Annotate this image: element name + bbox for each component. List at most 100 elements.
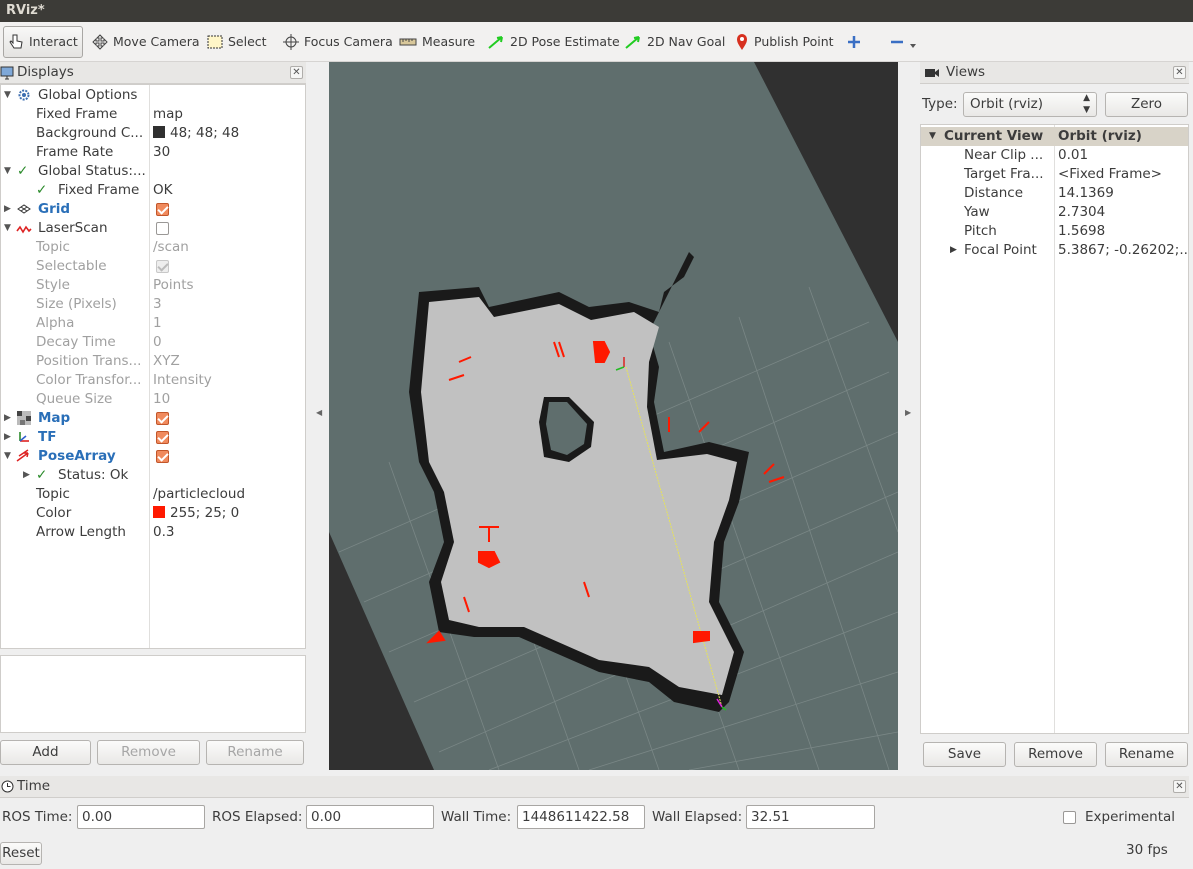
measure-tool-button[interactable]: Measure [395, 26, 479, 58]
selectable-checkbox[interactable] [156, 260, 169, 273]
wall-time-field[interactable]: 1448611422.58 [517, 805, 645, 829]
distance-value[interactable]: 14.1369 [1058, 184, 1114, 203]
tree-row-laserscan[interactable]: ▼ LaserScan [1, 219, 305, 238]
tree-row-topic[interactable]: Topic /scan [1, 238, 305, 257]
collapse-arrow-icon[interactable]: ▶ [4, 428, 11, 447]
right-splitter-handle[interactable]: ▶ [905, 408, 911, 417]
tree-row-posearray-topic[interactable]: Topic /particlecloud [1, 485, 305, 504]
tree-row-global-status[interactable]: ▼ ✓ Global Status:... [1, 162, 305, 181]
focus-camera-tool-button[interactable]: Focus Camera [279, 26, 397, 58]
tree-row-posearray-status[interactable]: ▶ ✓ Status: Ok [1, 466, 305, 485]
interact-tool-button[interactable]: Interact [3, 26, 83, 58]
tree-row-queue-size[interactable]: Queue Size 10 [1, 390, 305, 409]
view-row-distance[interactable]: Distance 14.1369 [921, 184, 1188, 203]
tree-row-selectable[interactable]: Selectable [1, 257, 305, 276]
close-views-button[interactable]: ✕ [1173, 66, 1186, 79]
posearray-topic-value[interactable]: /particlecloud [153, 485, 245, 504]
laserscan-checkbox[interactable] [156, 222, 169, 235]
close-time-button[interactable]: ✕ [1173, 780, 1186, 793]
view-type-select[interactable]: Orbit (rviz) ▲ ▼ [963, 92, 1097, 117]
save-view-button[interactable]: Save [923, 742, 1006, 767]
publish-point-tool-button[interactable]: Publish Point [731, 26, 838, 58]
move-camera-tool-button[interactable]: Move Camera [88, 26, 204, 58]
grid-checkbox[interactable] [156, 203, 169, 216]
remove-tool-menu-button[interactable] [886, 26, 921, 58]
zero-button[interactable]: Zero [1105, 92, 1188, 117]
rename-view-button[interactable]: Rename [1105, 742, 1188, 767]
expand-arrow-icon[interactable]: ▼ [4, 86, 11, 105]
tree-row-tf[interactable]: ▶ TF [1, 428, 305, 447]
rename-display-button[interactable]: Rename [206, 740, 304, 765]
collapse-arrow-icon[interactable]: ▶ [4, 200, 11, 219]
posearray-color-value[interactable]: 255; 25; 0 [153, 504, 239, 523]
yaw-value[interactable]: 2.7304 [1058, 203, 1105, 222]
tree-row-style[interactable]: Style Points [1, 276, 305, 295]
tree-row-color-transformer[interactable]: Color Transfor... Intensity [1, 371, 305, 390]
tree-row-map[interactable]: ▶ Map [1, 409, 305, 428]
reset-button[interactable]: Reset [0, 842, 42, 865]
left-splitter-handle[interactable]: ◀ [316, 408, 322, 417]
view-row-pitch[interactable]: Pitch 1.5698 [921, 222, 1188, 241]
tree-row-posearray-color[interactable]: Color 255; 25; 0 [1, 504, 305, 523]
size-value[interactable]: 3 [153, 295, 162, 314]
style-value[interactable]: Points [153, 276, 194, 295]
alpha-value[interactable]: 1 [153, 314, 162, 333]
checkmark-icon: ✓ [36, 182, 48, 198]
target-frame-value[interactable]: <Fixed Frame> [1058, 165, 1162, 184]
ros-time-field[interactable]: 0.00 [77, 805, 205, 829]
queue-size-value[interactable]: 10 [153, 390, 170, 409]
pose-estimate-tool-button[interactable]: 2D Pose Estimate [483, 26, 624, 58]
collapse-arrow-icon[interactable]: ▶ [23, 466, 30, 485]
select-tool-button[interactable]: Select [203, 26, 271, 58]
expand-arrow-icon[interactable]: ▼ [4, 447, 11, 466]
add-tool-button[interactable] [843, 26, 865, 58]
remove-view-button[interactable]: Remove [1014, 742, 1097, 767]
close-displays-button[interactable]: ✕ [290, 66, 303, 79]
tree-row-posearray[interactable]: ▼ PoseArray [1, 447, 305, 466]
add-display-button[interactable]: Add [0, 740, 91, 765]
tree-row-size[interactable]: Size (Pixels) 3 [1, 295, 305, 314]
collapse-arrow-icon[interactable]: ▶ [4, 409, 11, 428]
tree-row-fixed-frame[interactable]: Fixed Frame map [1, 105, 305, 124]
tree-row-global-options[interactable]: ▼ Global Options [1, 86, 305, 105]
background-color-value[interactable]: 48; 48; 48 [153, 124, 239, 143]
map-checkbox[interactable] [156, 412, 169, 425]
frame-rate-value[interactable]: 30 [153, 143, 170, 162]
wall-elapsed-field[interactable]: 32.51 [746, 805, 875, 829]
view-row-yaw[interactable]: Yaw 2.7304 [921, 203, 1188, 222]
posearray-checkbox[interactable] [156, 450, 169, 463]
view-row-near-clip[interactable]: Near Clip ... 0.01 [921, 146, 1188, 165]
tree-row-grid[interactable]: ▶ Grid [1, 200, 305, 219]
tree-row-decay-time[interactable]: Decay Time 0 [1, 333, 305, 352]
current-view-row[interactable]: ▼ Current View Orbit (rviz) [921, 127, 1188, 146]
expand-arrow-icon[interactable]: ▼ [929, 127, 936, 146]
nav-goal-tool-button[interactable]: 2D Nav Goal [620, 26, 729, 58]
pitch-value[interactable]: 1.5698 [1058, 222, 1105, 241]
tree-row-alpha[interactable]: Alpha 1 [1, 314, 305, 333]
view-row-target-frame[interactable]: Target Fra... <Fixed Frame> [921, 165, 1188, 184]
ros-elapsed-field[interactable]: 0.00 [306, 805, 434, 829]
focal-point-value[interactable]: 5.3867; -0.26202;... [1058, 241, 1188, 260]
fixed-frame-value[interactable]: map [153, 105, 183, 124]
position-transformer-value[interactable]: XYZ [153, 352, 180, 371]
remove-display-button[interactable]: Remove [97, 740, 200, 765]
arrow-length-value[interactable]: 0.3 [153, 523, 174, 542]
displays-panel-header: Displays ✕ [0, 62, 306, 84]
expand-arrow-icon[interactable]: ▼ [4, 219, 11, 238]
topic-value[interactable]: /scan [153, 238, 189, 257]
collapse-arrow-icon[interactable]: ▶ [950, 241, 957, 260]
tree-row-fixed-frame-status[interactable]: ✓ Fixed Frame OK [1, 181, 305, 200]
decay-time-value[interactable]: 0 [153, 333, 162, 352]
laserscan-icon [16, 225, 32, 234]
view-row-focal-point[interactable]: ▶ Focal Point 5.3867; -0.26202;... [921, 241, 1188, 260]
tree-row-arrow-length[interactable]: Arrow Length 0.3 [1, 523, 305, 542]
tree-row-background-color[interactable]: Background C... 48; 48; 48 [1, 124, 305, 143]
3d-viewport[interactable] [329, 62, 898, 770]
experimental-checkbox[interactable] [1063, 811, 1076, 824]
near-clip-value[interactable]: 0.01 [1058, 146, 1088, 165]
expand-arrow-icon[interactable]: ▼ [4, 162, 11, 181]
tree-row-position-transformer[interactable]: Position Trans... XYZ [1, 352, 305, 371]
tree-row-frame-rate[interactable]: Frame Rate 30 [1, 143, 305, 162]
color-transformer-value[interactable]: Intensity [153, 371, 212, 390]
tf-checkbox[interactable] [156, 431, 169, 444]
